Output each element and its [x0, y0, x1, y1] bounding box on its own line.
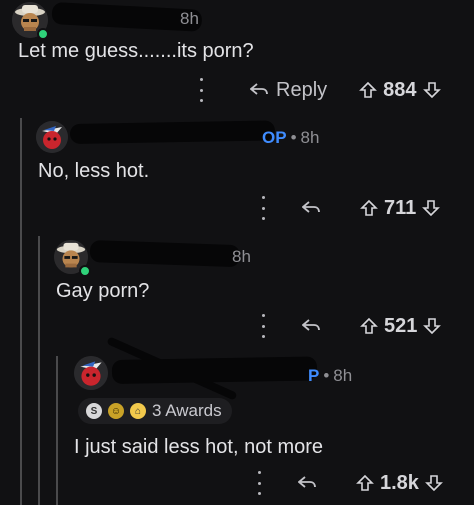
avatar[interactable] [74, 356, 108, 390]
vote-controls: 521 [360, 314, 442, 338]
op-badge: P [308, 366, 320, 385]
snoo-avatar-icon [74, 356, 108, 390]
username-redaction [69, 120, 276, 144]
more-options-button[interactable] [254, 314, 272, 338]
reply-arrow-icon[interactable] [302, 319, 320, 333]
reply-button[interactable]: Reply [250, 79, 327, 102]
comment-text: Gay porn? [56, 280, 150, 302]
vote-count: 884 [383, 78, 417, 101]
vote-count: 521 [384, 314, 418, 337]
reply-arrow-icon [250, 83, 268, 95]
awards-pill[interactable]: S ☺ ⌂ 3 Awards [78, 398, 232, 424]
comment-meta: 8h [180, 9, 199, 29]
upvote-arrow-icon[interactable] [359, 81, 378, 99]
comment-actions: 1.8k [250, 468, 443, 498]
comment-actions: Reply 884 [192, 75, 441, 105]
helmet-award-icon: ⌂ [130, 403, 146, 419]
thread-line-level-3 [56, 356, 58, 505]
online-status-dot [79, 265, 91, 277]
timestamp: 8h [180, 9, 199, 28]
upvote-arrow-icon[interactable] [360, 199, 378, 217]
vote-controls: 1.8k [356, 472, 443, 495]
comment-text: Let me guess.......its porn? [18, 40, 254, 62]
more-options-button[interactable] [250, 471, 268, 495]
vote-count: 711 [384, 196, 417, 219]
comment-meta: OP • 8h [262, 128, 319, 148]
thread-line-level-2 [38, 236, 40, 505]
comment-actions: 711 [254, 193, 441, 223]
snoo-avatar-icon [36, 121, 68, 153]
more-options-button[interactable] [192, 78, 210, 102]
downvote-arrow-icon[interactable] [423, 317, 442, 335]
timestamp: 8h [232, 247, 251, 266]
vote-count: 1.8k [380, 471, 419, 494]
thread-line-level-1 [20, 118, 22, 505]
separator-dot: • [323, 366, 330, 385]
vote-controls: 884 [359, 78, 441, 102]
avatar[interactable] [36, 121, 68, 153]
comment-meta: 8h [232, 247, 251, 267]
separator-dot: • [290, 128, 297, 147]
timestamp: 8h [333, 366, 353, 385]
downvote-arrow-icon[interactable] [425, 474, 443, 492]
upvote-arrow-icon[interactable] [356, 474, 374, 492]
downvote-arrow-icon[interactable] [422, 81, 441, 99]
silver-award-icon: S [86, 403, 102, 419]
more-options-button[interactable] [254, 196, 272, 220]
downvote-arrow-icon[interactable] [422, 199, 441, 217]
awards-label: 3 Awards [152, 401, 222, 420]
reply-arrow-icon[interactable] [298, 476, 316, 490]
reply-label: Reply [276, 78, 328, 101]
comment-text: No, less hot. [38, 160, 150, 182]
username-redaction [111, 356, 318, 384]
comment-actions: 521 [254, 311, 442, 341]
comment-text: I just said less hot, not more [74, 436, 324, 458]
gold-award-icon: ☺ [108, 403, 124, 419]
online-status-dot [37, 28, 49, 40]
username-redaction [89, 240, 241, 268]
vote-controls: 711 [360, 196, 441, 220]
upvote-arrow-icon[interactable] [360, 317, 378, 335]
op-badge: OP [262, 128, 287, 147]
comment-meta: P • 8h [308, 366, 352, 386]
reply-arrow-icon[interactable] [302, 201, 320, 215]
timestamp: 8h [300, 128, 320, 147]
